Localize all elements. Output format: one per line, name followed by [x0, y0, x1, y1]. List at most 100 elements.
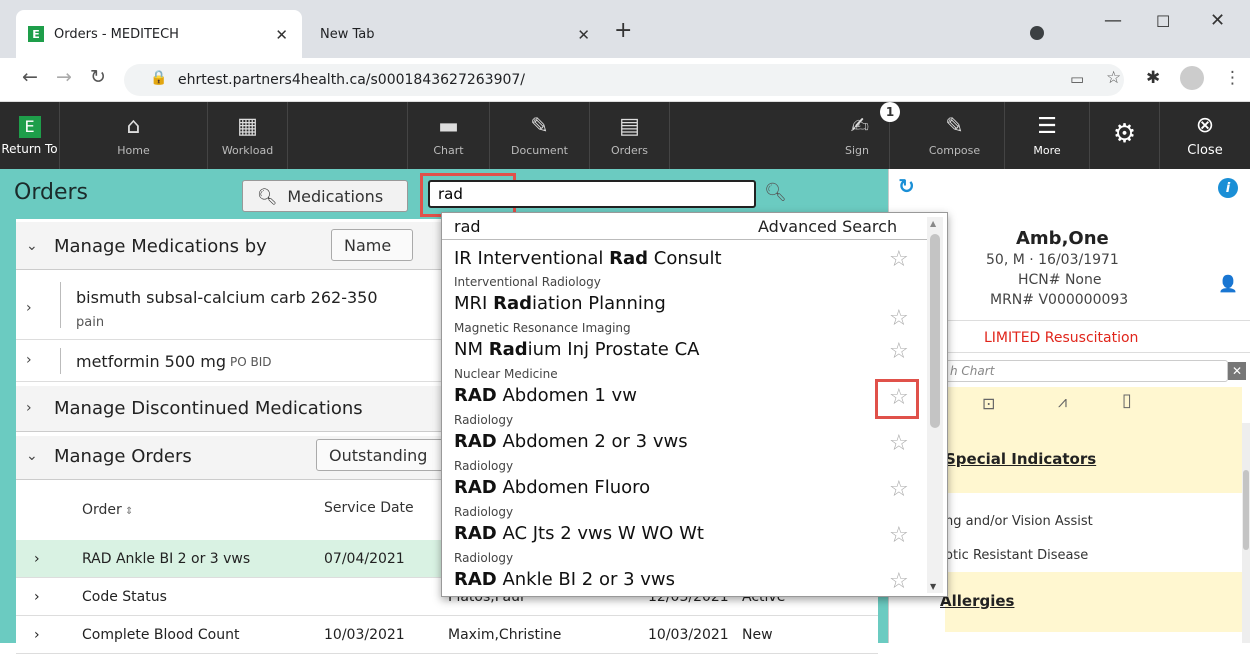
favorite-star-icon[interactable]: ☆: [889, 306, 909, 331]
service-date-header[interactable]: Service Date: [324, 500, 414, 516]
reload-icon[interactable]: ↻: [90, 66, 106, 88]
refresh-icon[interactable]: ↻: [898, 174, 915, 198]
dropdown-item-name[interactable]: IR Interventional Rad Consult: [454, 248, 722, 269]
manage-medications-label: Manage Medications by: [54, 236, 267, 257]
dropdown-item-name[interactable]: RAD Abdomen Fluoro: [454, 477, 650, 498]
url-text[interactable]: ehrtest.partners4health.ca/s000184362726…: [178, 72, 525, 88]
order-name: Code Status: [82, 589, 167, 605]
new-tab-icon[interactable]: +: [614, 18, 632, 43]
workload-button[interactable]: ▦ Workload: [208, 102, 288, 169]
screen-cast-icon[interactable]: ▭: [1070, 70, 1084, 88]
order-search-input[interactable]: rad: [428, 180, 756, 208]
item-match: RAD: [454, 477, 497, 498]
chevron-right-icon[interactable]: ›: [34, 627, 40, 643]
window-close-icon[interactable]: ✕: [1210, 10, 1225, 31]
minimize-icon[interactable]: —: [1104, 10, 1122, 31]
back-icon[interactable]: ←: [22, 66, 38, 88]
advanced-search-link[interactable]: Advanced Search: [758, 217, 897, 236]
chevron-right-icon[interactable]: ›: [34, 589, 40, 605]
favorite-star-icon[interactable]: ☆: [889, 339, 909, 364]
forward-icon[interactable]: →: [56, 66, 72, 88]
chevron-right-icon[interactable]: ›: [26, 300, 32, 316]
dropdown-item-category: Radiology: [454, 505, 514, 519]
dropdown-item-name[interactable]: RAD Ankle BI 2 or 3 vws: [454, 569, 675, 590]
close-circle-icon: ⊗: [1195, 113, 1215, 138]
favorite-star-icon[interactable]: ☆: [889, 385, 909, 410]
maximize-icon[interactable]: ☐: [1156, 12, 1170, 31]
panel-scrollbar-thumb[interactable]: [1243, 470, 1249, 550]
upload-icon[interactable]: ⊡: [982, 394, 995, 413]
chevron-down-icon[interactable]: ⌄: [26, 238, 38, 254]
item-match: Rad: [609, 248, 649, 269]
order-column-header[interactable]: Order ⇕: [82, 502, 133, 518]
indicator-item: ng and/or Vision Assist: [945, 514, 1093, 529]
dropdown-item-category: Radiology: [454, 551, 514, 565]
profile-avatar-icon[interactable]: [1180, 66, 1204, 90]
dropdown-item-name[interactable]: RAD AC Jts 2 vws W WO Wt: [454, 523, 704, 544]
return-to-button[interactable]: E Return To: [0, 102, 60, 169]
table-row[interactable]: › Complete Blood Count 10/03/2021 Maxim,…: [16, 616, 878, 654]
medications-search-button[interactable]: 🔍︎ Medications: [242, 180, 408, 212]
item-match: RAD: [454, 431, 497, 452]
browser-tab-orders[interactable]: E Orders - MEDITECH ✕: [16, 10, 302, 58]
document-label: Document: [511, 144, 568, 157]
order-header-label: Order: [82, 502, 122, 518]
chart-search-input[interactable]: h Chart: [945, 360, 1228, 382]
name-sort-button[interactable]: Name: [331, 229, 413, 261]
dropdown-query[interactable]: rad: [454, 217, 481, 236]
extensions-icon[interactable]: ✱: [1146, 68, 1160, 88]
item-suffix: Ankle BI 2 or 3 vws: [496, 569, 676, 590]
dropdown-item-name[interactable]: NM Radium Inj Prostate CA: [454, 339, 700, 360]
sign-button[interactable]: ✍ Sign: [670, 102, 890, 169]
settings-button[interactable]: ⚙: [1090, 102, 1160, 169]
scroll-up-icon[interactable]: ▲: [930, 219, 936, 228]
home-button[interactable]: ⌂ Home: [60, 102, 208, 169]
item-match: Rad: [493, 293, 532, 314]
bookmark-star-icon[interactable]: ☆: [1106, 68, 1121, 88]
profile-indicator-icon[interactable]: [1030, 26, 1044, 40]
compose-button[interactable]: ✎ Compose: [905, 102, 1005, 169]
med-name: metformin 500 mg: [76, 352, 227, 371]
item-suffix: Consult: [648, 248, 722, 269]
favorite-star-icon[interactable]: ☆: [889, 569, 909, 594]
workload-label: Workload: [221, 144, 274, 157]
favorite-star-icon[interactable]: ☆: [889, 477, 909, 502]
favorite-star-icon[interactable]: ☆: [889, 523, 909, 548]
document-button[interactable]: ✎ Document: [490, 102, 590, 169]
search-dropdown: rad Advanced Search IR Interventional Ra…: [441, 212, 948, 597]
browser-tab-new[interactable]: New Tab ✕: [308, 10, 604, 58]
chevron-down-icon[interactable]: ⌄: [26, 448, 38, 464]
chevron-right-icon[interactable]: ›: [26, 400, 32, 416]
favorite-star-icon[interactable]: ☆: [889, 431, 909, 456]
more-button[interactable]: ☰ More: [1005, 102, 1090, 169]
dropdown-item-name[interactable]: MRI Radiation Planning: [454, 293, 666, 314]
patient-hcn: HCN# None: [1018, 272, 1102, 288]
close-tab-icon[interactable]: ✕: [275, 26, 288, 44]
dropdown-item-name[interactable]: RAD Abdomen 1 vw: [454, 385, 637, 406]
chevron-right-icon[interactable]: ›: [26, 352, 32, 368]
item-suffix: Abdomen 2 or 3 vws: [496, 431, 688, 452]
sort-icon: ⇕: [121, 506, 134, 517]
document-icon[interactable]: ▯: [1122, 390, 1132, 411]
sign-count-badge: 1: [880, 102, 900, 122]
chevron-right-icon[interactable]: ›: [34, 551, 40, 567]
clear-search-icon[interactable]: ✕: [1228, 362, 1246, 380]
chart-button[interactable]: ▬ Chart: [408, 102, 490, 169]
add-person-icon[interactable]: 👤: [1218, 274, 1238, 293]
lock-icon: 🔒: [150, 70, 168, 86]
item-suffix: AC Jts 2 vws W WO Wt: [496, 523, 704, 544]
dropdown-scrollbar-thumb[interactable]: [930, 234, 940, 428]
trend-chart-icon[interactable]: ⩘: [1058, 392, 1067, 412]
favorite-star-icon[interactable]: ☆: [889, 247, 909, 272]
close-button[interactable]: ⊗ Close: [1160, 102, 1250, 169]
dropdown-item-name[interactable]: RAD Abdomen 2 or 3 vws: [454, 431, 688, 452]
search-icon[interactable]: 🔍︎: [764, 182, 787, 203]
orders-button[interactable]: ▤ Orders: [590, 102, 670, 169]
allergies-label: Allergies: [940, 592, 1015, 610]
home-label: Home: [117, 144, 150, 157]
browser-menu-icon[interactable]: ⋮: [1224, 68, 1241, 88]
outstanding-filter-button[interactable]: Outstanding: [316, 439, 446, 471]
close-tab-icon[interactable]: ✕: [577, 26, 590, 44]
scroll-down-icon[interactable]: ▼: [930, 582, 936, 591]
info-icon[interactable]: i: [1218, 178, 1238, 198]
